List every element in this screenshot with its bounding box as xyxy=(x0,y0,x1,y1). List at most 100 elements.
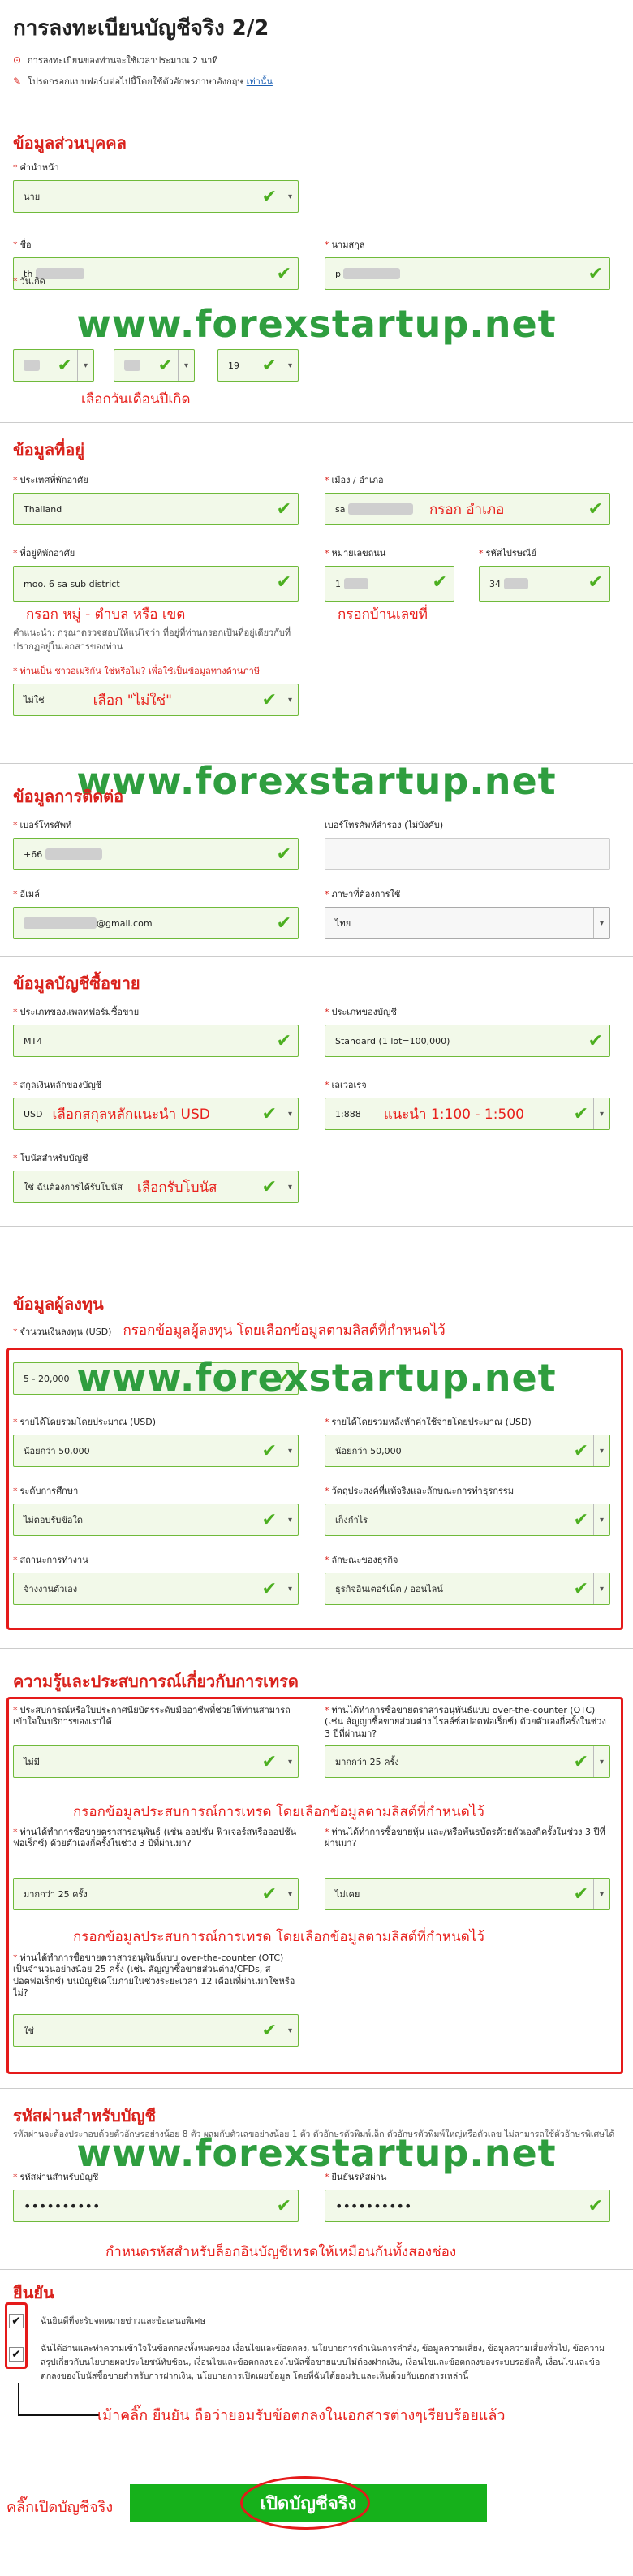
country-select[interactable]: Thailand ✔ xyxy=(13,493,299,526)
chevron-down-icon: ▾ xyxy=(282,2015,298,2046)
edu-label: * ระดับการศึกษา xyxy=(13,1486,79,1496)
bonus-select[interactable]: ใช่ ฉันต้องการได้รับโบนัส เลือกรับโบนัส ✔ ▾ xyxy=(13,1171,299,1204)
newsletter-label: ฉันยินดีที่จะรับจดหมายข่าวและข้อเสนอพิเศ… xyxy=(41,2316,206,2326)
q4-select[interactable]: ไม่เคย ✔ ▾ xyxy=(325,1878,610,1910)
bonus-field: * โบนัสสำหรับบัญชี ใช่ ฉันต้องการได้รับโบ… xyxy=(13,1153,299,1204)
q3-select[interactable]: มากกว่า 25 ครั้ง ✔ ▾ xyxy=(13,1878,299,1910)
terms-checkbox[interactable]: ✔ xyxy=(9,2347,24,2362)
chevron-down-icon: ▾ xyxy=(593,908,609,939)
q4-field: * ท่านได้ทำการซื้อขายหุ้น และ/หรือพันธบัต… xyxy=(325,1827,610,1910)
check-icon: ✔ xyxy=(261,187,277,208)
income-select[interactable]: น้อยกว่า 50,000 ✔ ▾ xyxy=(13,1435,299,1468)
currency-note: เลือกสกุลหลักแนะนำ USD xyxy=(52,1106,210,1123)
dob-day-select[interactable]: ✔ ▾ xyxy=(13,349,94,382)
country-label: * ประเทศที่พักอาศัย xyxy=(13,475,88,485)
city-note: กรอก อำเภอ xyxy=(428,501,505,518)
acctype-select[interactable]: Standard (1 lot=100,000) ✔ xyxy=(325,1025,610,1058)
employ-select[interactable]: จ้างงานตัวเอง ✔ ▾ xyxy=(13,1573,299,1606)
experience-note-2: กรอกข้อมูลประสบการณ์การเทรด โดยเลือกข้อม… xyxy=(73,1929,484,1945)
q4-label: * ท่านได้ทำการซื้อขายหุ้น และ/หรือพันธบัต… xyxy=(325,1827,605,1849)
experience-note-1: กรอกข้อมูลประสบการณ์การเทรด โดยเลือกข้อม… xyxy=(73,1804,484,1820)
phone-input[interactable]: +66 ✔ xyxy=(13,838,299,871)
q1-field: * ประสบการณ์หรือใบประกาศนียบัตรระดับมืออา… xyxy=(13,1705,299,1778)
check-icon: ✔ xyxy=(261,1104,277,1125)
check-icon: ✔ xyxy=(573,1752,588,1772)
pw2-field: * ยืนยันรหัสผ่าน •••••••••• ✔ xyxy=(325,2172,610,2223)
check-icon: ✔ xyxy=(276,1031,291,1052)
email-field: * อีเมล์ @gmail.com ✔ xyxy=(13,889,299,940)
prefix-label: * คำนำหน้า xyxy=(13,162,59,173)
chevron-down-icon: ▾ xyxy=(282,1504,298,1536)
lang-note-text: โปรดกรอกแบบฟอร์มต่อไปนี้โดยใช้ตัวอักษรภา… xyxy=(28,76,243,87)
leverage-field: * เลเวอเรจ 1:888 แนะนำ 1:100 - 1:500 ✔ ▾ xyxy=(325,1080,610,1131)
us-select[interactable]: ไม่ใช่ เลือก "ไม่ใช่" ✔ ▾ xyxy=(13,684,299,717)
dob-month-select[interactable]: ✔ ▾ xyxy=(114,349,195,382)
chevron-down-icon: ▾ xyxy=(593,1435,609,1467)
chevron-down-icon: ▾ xyxy=(282,181,298,213)
house-note: กรอกบ้านเลขที่ xyxy=(338,606,428,624)
dob-label: * วันเกิด xyxy=(13,276,45,287)
net-label: * รายได้โดยรวมหลังหักค่าใช้จ่ายโดยประมาณ … xyxy=(325,1417,532,1427)
capital-label-row: * จำนวนเงินลงทุน (USD) กรอกข้อมูลผู้ลงทุน … xyxy=(13,1322,630,1346)
registration-page: การลงทะเบียนบัญชีจริง 2/2 ⊙ การลงทะเบียนข… xyxy=(0,0,633,2576)
address-input[interactable]: moo. 6 sa sub district ✔ xyxy=(13,566,299,602)
zip-input[interactable]: 34 ✔ xyxy=(479,566,610,602)
platform-select[interactable]: MT4 ✔ xyxy=(13,1025,299,1058)
q2-label: * ท่านได้ทำการซื้อขายตราสารอนุพันธ์แบบ ov… xyxy=(325,1705,606,1739)
check-icon: ✔ xyxy=(588,572,603,593)
confirm-note: เม้าคลิ๊ก ยืนยัน ถือว่ายอมรับข้อตกลงในเอ… xyxy=(97,2407,506,2424)
lang-select[interactable]: ไทย ▾ xyxy=(325,907,610,940)
currency-select[interactable]: USD เลือกสกุลหลักแนะนำ USD ✔ ▾ xyxy=(13,1098,299,1131)
prefix-select[interactable]: นาย ✔ ▾ xyxy=(13,180,299,214)
bonus-label: * โบนัสสำหรับบัญชี xyxy=(13,1153,88,1163)
q1-select[interactable]: ไม่มี ✔ ▾ xyxy=(13,1745,299,1778)
address-section-title: ข้อมูลที่อยู่ xyxy=(13,440,85,460)
q2-select[interactable]: มากกว่า 25 ครั้ง ✔ ▾ xyxy=(325,1745,610,1778)
lang-note-link[interactable]: เท่านั้น xyxy=(247,74,273,88)
biz-select[interactable]: ธุรกิจอินเตอร์เน็ต / ออนไลน์ ✔ ▾ xyxy=(325,1573,610,1606)
net-select[interactable]: น้อยกว่า 50,000 ✔ ▾ xyxy=(325,1435,610,1468)
divider xyxy=(0,1648,633,1649)
email-input[interactable]: @gmail.com ✔ xyxy=(13,907,299,940)
check-icon: ✔ xyxy=(588,1031,603,1052)
q5-select[interactable]: ใช่ ✔ ▾ xyxy=(13,2014,299,2047)
phone2-input[interactable] xyxy=(325,838,610,871)
email-label: * อีเมล์ xyxy=(13,889,40,900)
experience-section-title: ความรู้และประสบการณ์เกี่ยวกับการเทรด xyxy=(13,1672,299,1691)
check-icon: ✔ xyxy=(573,1884,588,1905)
check-icon: ✔ xyxy=(261,1579,277,1600)
newsletter-checkbox[interactable]: ✔ xyxy=(9,2314,24,2328)
purpose-select[interactable]: เก็งกำไร ✔ ▾ xyxy=(325,1504,610,1537)
zip-label: * รหัสไปรษณีย์ xyxy=(479,548,536,559)
house-label: * หมายเลขถนน xyxy=(325,548,386,559)
phone-label: * เบอร์โทรศัพท์ xyxy=(13,820,72,831)
chevron-down-icon: ▾ xyxy=(282,1435,298,1467)
chevron-down-icon: ▾ xyxy=(282,684,298,716)
leverage-select[interactable]: 1:888 แนะนำ 1:100 - 1:500 ✔ ▾ xyxy=(325,1098,610,1131)
house-field: * หมายเลขถนน 1 ✔ กรอกบ้านเลขที่ xyxy=(325,548,454,625)
check-icon: ✔ xyxy=(573,1104,588,1125)
purpose-label: * วัตถุประสงค์ที่แท้จริงและลักษณะการทำธุร… xyxy=(325,1486,515,1496)
edu-select[interactable]: ไม่ตอบรับข้อใด ✔ ▾ xyxy=(13,1504,299,1537)
watermark: www.forexstartup.net xyxy=(76,302,557,346)
city-input[interactable]: sa กรอก อำเภอ ✔ xyxy=(325,493,610,526)
divider xyxy=(0,763,633,764)
income-field: * รายได้โดยรวมโดยประมาณ (USD) น้อยกว่า 50… xyxy=(13,1417,299,1468)
check-icon: ✔ xyxy=(261,1884,277,1905)
investor-note: กรอกข้อมูลผู้ลงทุน โดยเลือกข้อมูลตามลิสต… xyxy=(123,1323,446,1339)
check-icon: ✔ xyxy=(573,1579,588,1600)
pw2-input[interactable]: •••••••••• ✔ xyxy=(325,2190,610,2223)
pw-input[interactable]: •••••••••• ✔ xyxy=(13,2190,299,2223)
alert-icon: ⊙ xyxy=(13,54,22,66)
submit-highlight xyxy=(240,2476,370,2530)
phone-field: * เบอร์โทรศัพท์ +66 ✔ xyxy=(13,820,299,871)
pw2-label: * ยืนยันรหัสผ่าน xyxy=(325,2172,387,2182)
divider xyxy=(0,422,633,423)
chevron-down-icon: ▾ xyxy=(593,1746,609,1777)
check-icon: ✔ xyxy=(261,356,277,376)
check-icon: ✔ xyxy=(276,572,291,593)
capital-label: * จำนวนเงินลงทุน (USD) กรอกข้อมูลผู้ลงทุน … xyxy=(13,1323,446,1339)
dob-year-select[interactable]: 19 ✔ ▾ xyxy=(217,349,299,382)
house-input[interactable]: 1 ✔ xyxy=(325,566,454,602)
check-icon: ✔ xyxy=(261,1441,277,1462)
